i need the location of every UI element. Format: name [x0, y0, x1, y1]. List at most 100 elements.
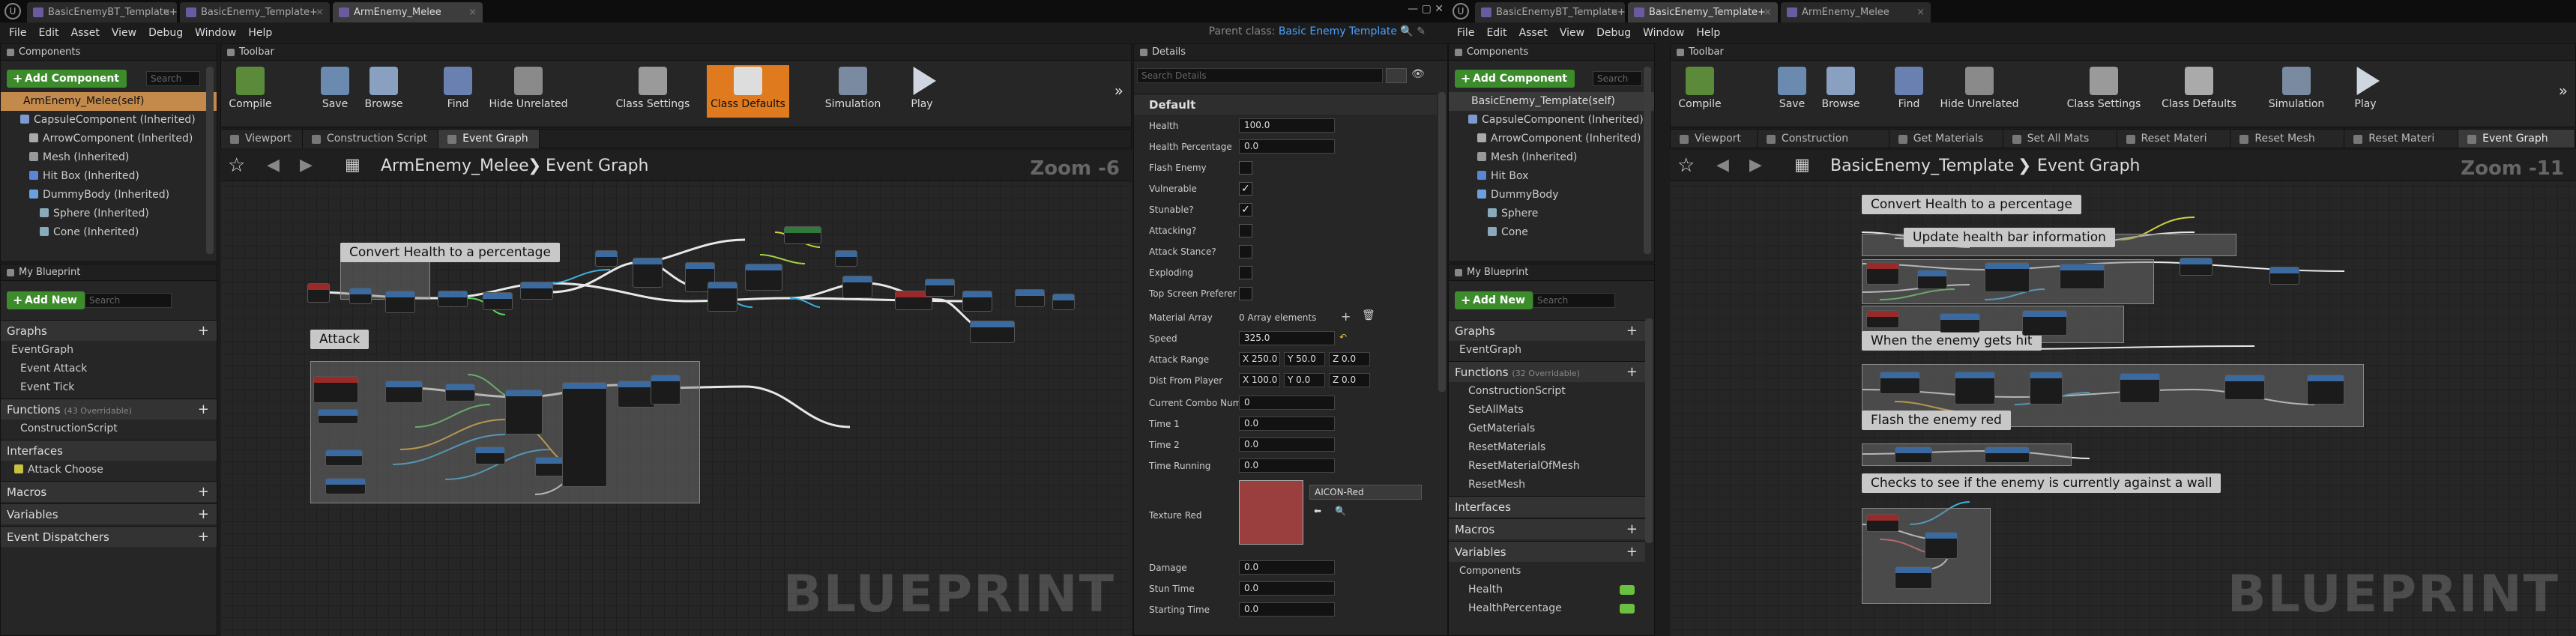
section-default[interactable]: Default [1134, 94, 1437, 115]
use-selected-arrow-icon[interactable]: ⬅ [1314, 506, 1321, 516]
comment-title[interactable]: Checks to see if the enemy is currently … [1862, 473, 2221, 493]
dist-player-z[interactable]: Z 0.0 [1329, 373, 1370, 387]
menu-asset[interactable]: Asset [1516, 24, 1557, 42]
hide-unrelated-button[interactable]: Hide Unrelated [1934, 65, 2024, 118]
class-defaults-button[interactable]: Class Defaults [707, 65, 789, 118]
graph-node[interactable] [1895, 566, 1932, 589]
tree-item[interactable]: ArrowComponent (Inherited) [1, 130, 217, 148]
overflow-icon[interactable]: » [1114, 82, 1123, 100]
graph-node[interactable] [385, 381, 423, 403]
graph-node[interactable] [1955, 372, 1995, 405]
graph-node[interactable] [970, 321, 1015, 343]
window-controls[interactable]: — ▢ ✕ [1408, 3, 1444, 15]
graph-node[interactable] [2030, 372, 2063, 405]
tab-set-all-mats[interactable]: Set All Mats [2003, 130, 2117, 148]
close-icon[interactable]: × [1764, 2, 1772, 22]
comment-title[interactable]: Flash the enemy red [1862, 411, 2011, 430]
comment-title[interactable]: When the enemy gets hit [1862, 331, 2042, 351]
combo-num-field[interactable]: 0 [1239, 396, 1335, 410]
menu-debug[interactable]: Debug [1593, 24, 1640, 42]
graph-node[interactable] [2180, 258, 2212, 276]
function-item[interactable]: ResetMaterialOfMesh [1449, 457, 1645, 476]
tree-item[interactable]: Sphere (Inherited) [1, 205, 217, 223]
scrollbar[interactable] [1438, 92, 1446, 392]
compile-button[interactable]: Compile [1674, 65, 1726, 118]
texture-dropdown[interactable]: AICON-Red [1309, 485, 1422, 500]
graph-node[interactable] [1940, 313, 1980, 333]
tree-item[interactable]: DummyBody (Inherited) [1, 186, 217, 205]
health-percentage-field[interactable]: 0.0 [1239, 139, 1335, 154]
time-running-field[interactable]: 0.0 [1239, 458, 1335, 473]
texture-swatch[interactable] [1239, 480, 1303, 545]
save-button[interactable]: Save [314, 65, 356, 118]
variable-item[interactable]: HealthPercentage [1449, 599, 1645, 618]
graph-node[interactable] [483, 292, 513, 310]
hide-unrelated-button[interactable]: Hide Unrelated [483, 65, 573, 118]
view-options-icon[interactable] [1386, 68, 1407, 83]
close-icon[interactable]: × [316, 2, 324, 22]
play-button[interactable]: Play [902, 65, 942, 118]
function-item[interactable]: ConstructionScript [1449, 382, 1645, 401]
class-settings-button[interactable]: Class Settings [2062, 65, 2146, 118]
graph-node[interactable] [1925, 532, 1958, 559]
event-graph-canvas[interactable]: ☆ ◀ ▶ ▦ BasicEnemy_Template ❯ Event Grap… [1670, 150, 2576, 636]
graph-node[interactable] [784, 226, 821, 244]
tree-item[interactable]: Hit Box (Inherited) [1, 167, 217, 186]
tab-event-graph[interactable]: Event Graph [2458, 130, 2575, 148]
graph-node[interactable] [325, 478, 366, 494]
tab-reset-material-of-mesh[interactable]: Reset Materi [2344, 130, 2459, 148]
section-variables[interactable]: Variables + [1, 503, 217, 524]
stun-time-field[interactable]: 0.0 [1239, 581, 1335, 596]
function-item[interactable]: ResetMesh [1449, 476, 1645, 494]
damage-field[interactable]: 0.0 [1239, 560, 1335, 575]
comment-title[interactable]: Attack [310, 330, 369, 349]
graph-node[interactable] [562, 382, 607, 487]
add-icon[interactable]: + [198, 527, 209, 548]
graph-node[interactable] [475, 446, 505, 464]
doc-tab[interactable]: ArmEnemy_Melee × [1781, 2, 1931, 22]
section-macros[interactable]: Macros + [1449, 518, 1645, 539]
graph-node[interactable] [618, 381, 655, 408]
add-icon[interactable]: + [1626, 542, 1638, 563]
starting-time-field[interactable]: 0.0 [1239, 602, 1335, 617]
function-item[interactable]: SetAllMats [1449, 401, 1645, 420]
graph-node[interactable] [1917, 270, 1947, 289]
search-input[interactable]: Search [146, 71, 200, 86]
tab-get-materials[interactable]: Get Materials [1889, 130, 2003, 148]
stunable-checkbox[interactable]: ✓ [1239, 203, 1252, 216]
comment-title[interactable]: Convert Health to a percentage [340, 243, 560, 262]
comment-title[interactable]: Update health bar information [1904, 228, 2115, 247]
section-macros[interactable]: Macros + [1, 481, 217, 502]
add-icon[interactable]: + [1626, 519, 1638, 540]
menu-edit[interactable]: Edit [35, 24, 67, 42]
speed-field[interactable]: 325.0 [1239, 331, 1335, 345]
add-icon[interactable]: + [198, 504, 209, 525]
graph-node[interactable] [2307, 375, 2344, 405]
add-icon[interactable]: + [198, 321, 209, 342]
search-input[interactable]: Search [1533, 293, 1615, 308]
vulnerable-checkbox[interactable]: ✓ [1239, 182, 1252, 196]
event-node[interactable] [1866, 310, 1899, 328]
tree-item[interactable]: Mesh (Inherited) [1449, 148, 1654, 167]
tree-item-self[interactable]: BasicEnemy_Template(self) [1449, 92, 1654, 111]
browse-button[interactable]: Browse [361, 65, 407, 118]
browse-search-icon[interactable]: 🔍 [1335, 506, 1346, 516]
add-component-button[interactable]: Add Component [1455, 70, 1575, 88]
section-variables[interactable]: Variables + [1449, 541, 1645, 562]
function-item[interactable]: ConstructionScript [1, 420, 217, 438]
graph-node[interactable] [505, 390, 543, 434]
add-icon[interactable]: + [198, 399, 209, 420]
graph-item[interactable]: Event Attack [1, 360, 217, 378]
close-icon[interactable]: × [1611, 2, 1619, 22]
graph-node[interactable] [438, 291, 468, 307]
scrollbar[interactable] [1645, 318, 1653, 543]
graph-node[interactable] [318, 409, 358, 424]
tree-item[interactable]: Cone (Inherited) [1, 223, 217, 242]
comment-title[interactable]: Convert Health to a percentage [1862, 195, 2081, 214]
search-details-input[interactable]: Search Details [1137, 68, 1383, 83]
graph-node[interactable] [385, 291, 415, 313]
graph-node[interactable] [349, 288, 372, 304]
menu-edit[interactable]: Edit [1483, 24, 1515, 42]
scrollbar[interactable] [206, 67, 214, 254]
graph-node[interactable] [2269, 267, 2299, 285]
